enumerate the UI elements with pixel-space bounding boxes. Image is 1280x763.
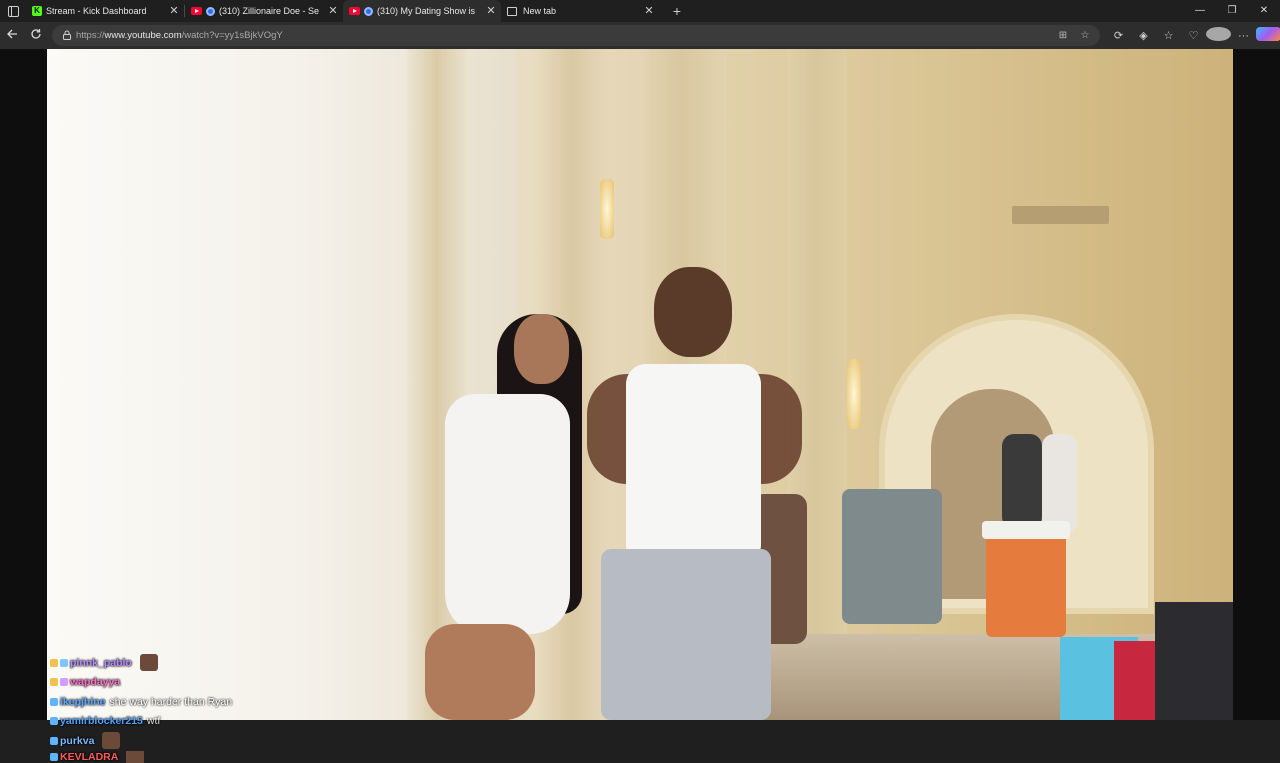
youtube-icon [191,7,202,15]
avatar [1206,27,1231,41]
video-scene-vent [1012,206,1109,224]
video-scene-bystander [1002,434,1042,529]
chat-text: she way harder than Ryan [109,695,233,708]
site-info-icon[interactable] [58,30,76,42]
chat-badge-icon [50,678,58,687]
tab-title: Stream - Kick Dashboard [46,6,147,16]
url-path: /watch?v=yy1sBjkVOgY [181,30,283,41]
video-scene-sconce [600,179,614,239]
video-scene-woman-face [514,314,569,384]
tab-title: (310) My Dating Show is a M [377,6,477,16]
chat-message: yamirblocker215 wtf [50,712,340,732]
chat-badge-icon [60,678,68,687]
chat-username: wapdayya [70,676,121,689]
new-tab-button[interactable]: + [667,0,687,22]
tab-zillionaire-doe[interactable]: (310) Zillionaire Doe - Set In ✕ [185,0,343,22]
chat-username: yamirblocker215 [60,715,143,728]
chat-emote-icon [102,732,121,750]
minimize-icon[interactable]: — [1184,0,1216,22]
chat-message: KEVLADRA [50,750,340,763]
chat-badge-icon [50,736,58,745]
chat-text: wtf [146,715,161,728]
close-window-icon[interactable]: ✕ [1248,0,1280,22]
tab-strip: K Stream - Kick Dashboard ✕ (310) Zillio… [0,0,1280,22]
page-content: pinnk_pablo wapdayya ikepjhine she way h… [0,49,1280,763]
chat-username: purkva [60,734,95,747]
extension-icon[interactable]: ◈ [1131,29,1156,42]
tab-new-tab[interactable]: New tab ✕ [501,0,659,22]
kick-icon: K [32,6,42,16]
close-tab-icon[interactable]: ✕ [168,5,180,17]
toolbar-actions: ⟳ ◈ ☆ ♡ ··· [1106,22,1280,49]
chat-message: ikepjhine she way harder than Ryan [50,692,340,712]
address-bar-actions: ⊞ ☆ [1052,25,1096,46]
chat-username: ikepjhine [60,695,106,708]
favorites-icon[interactable]: ☆ [1156,29,1181,42]
chat-emote-icon [139,654,158,672]
navigation-bar: https://www.youtube.com/watch?v=yy1sBjkV… [0,22,1280,49]
back-arrow-icon [7,29,17,38]
tab-actions-icon [7,5,19,17]
profile-button[interactable] [1206,27,1231,44]
video-scene-bystander [1042,434,1077,534]
app-available-icon[interactable]: ⊞ [1052,30,1074,41]
chat-badge-icon [50,658,58,667]
video-player[interactable] [47,49,1233,720]
chat-message: pinnk_pablo [50,653,340,673]
close-tab-icon[interactable]: ✕ [485,5,497,17]
close-tab-icon[interactable]: ✕ [643,5,655,17]
tab-actions-button[interactable] [0,0,26,22]
favorite-star-icon[interactable]: ☆ [1074,30,1096,41]
refresh-extension-icon[interactable]: ⟳ [1106,29,1131,42]
video-scene-cooler-lid [982,521,1070,539]
chat-badge-icon [60,658,68,667]
url-text[interactable]: https://www.youtube.com/watch?v=yy1sBjkV… [76,30,283,41]
video-scene-cooler [986,527,1066,637]
chat-username: pinnk_pablo [70,656,132,669]
back-button[interactable] [0,25,24,47]
url-host: www.youtube.com [104,30,182,41]
address-bar[interactable]: https://www.youtube.com/watch?v=yy1sBjkV… [52,25,1100,46]
chat-badge-icon [50,717,58,726]
video-scene-man-pants [601,549,771,720]
more-menu-icon[interactable]: ··· [1231,30,1256,42]
video-scene-sconce [847,359,861,429]
restore-icon[interactable]: ❐ [1216,0,1248,22]
tab-title: (310) Zillionaire Doe - Set In [219,6,319,16]
copilot-icon [1256,27,1280,41]
chat-badge-icon [50,697,58,706]
copilot-button[interactable] [1256,27,1280,44]
browser-essentials-icon[interactable]: ♡ [1181,29,1206,42]
video-scene-man-head [654,267,732,357]
chat-username: KEVLADRA [60,750,119,763]
chat-message: wapdayya [50,673,340,693]
reload-button[interactable] [24,25,48,47]
chat-overlay: pinnk_pablo wapdayya ikepjhine she way h… [50,653,340,763]
youtube-icon [349,7,360,15]
video-scene-man [626,364,761,554]
recording-indicator-icon [206,6,215,16]
recording-indicator-icon [364,6,373,16]
video-scene-woman [445,394,570,634]
new-tab-icon [507,6,517,16]
chat-badge-icon [50,752,58,761]
window-controls: — ❐ ✕ [1184,0,1280,22]
chat-emote-icon [126,750,145,763]
video-scene-woman-legs [425,624,535,720]
tab-kick-dashboard[interactable]: K Stream - Kick Dashboard ✕ [26,0,184,22]
tab-dating-show[interactable]: (310) My Dating Show is a M ✕ [343,0,501,22]
tab-title: New tab [523,6,557,16]
close-tab-icon[interactable]: ✕ [327,5,339,17]
reload-icon [31,28,41,39]
url-scheme: https:// [76,30,105,41]
chat-message: purkva [50,731,340,751]
video-scene-box [1155,602,1233,720]
video-scene-chair [842,489,942,624]
